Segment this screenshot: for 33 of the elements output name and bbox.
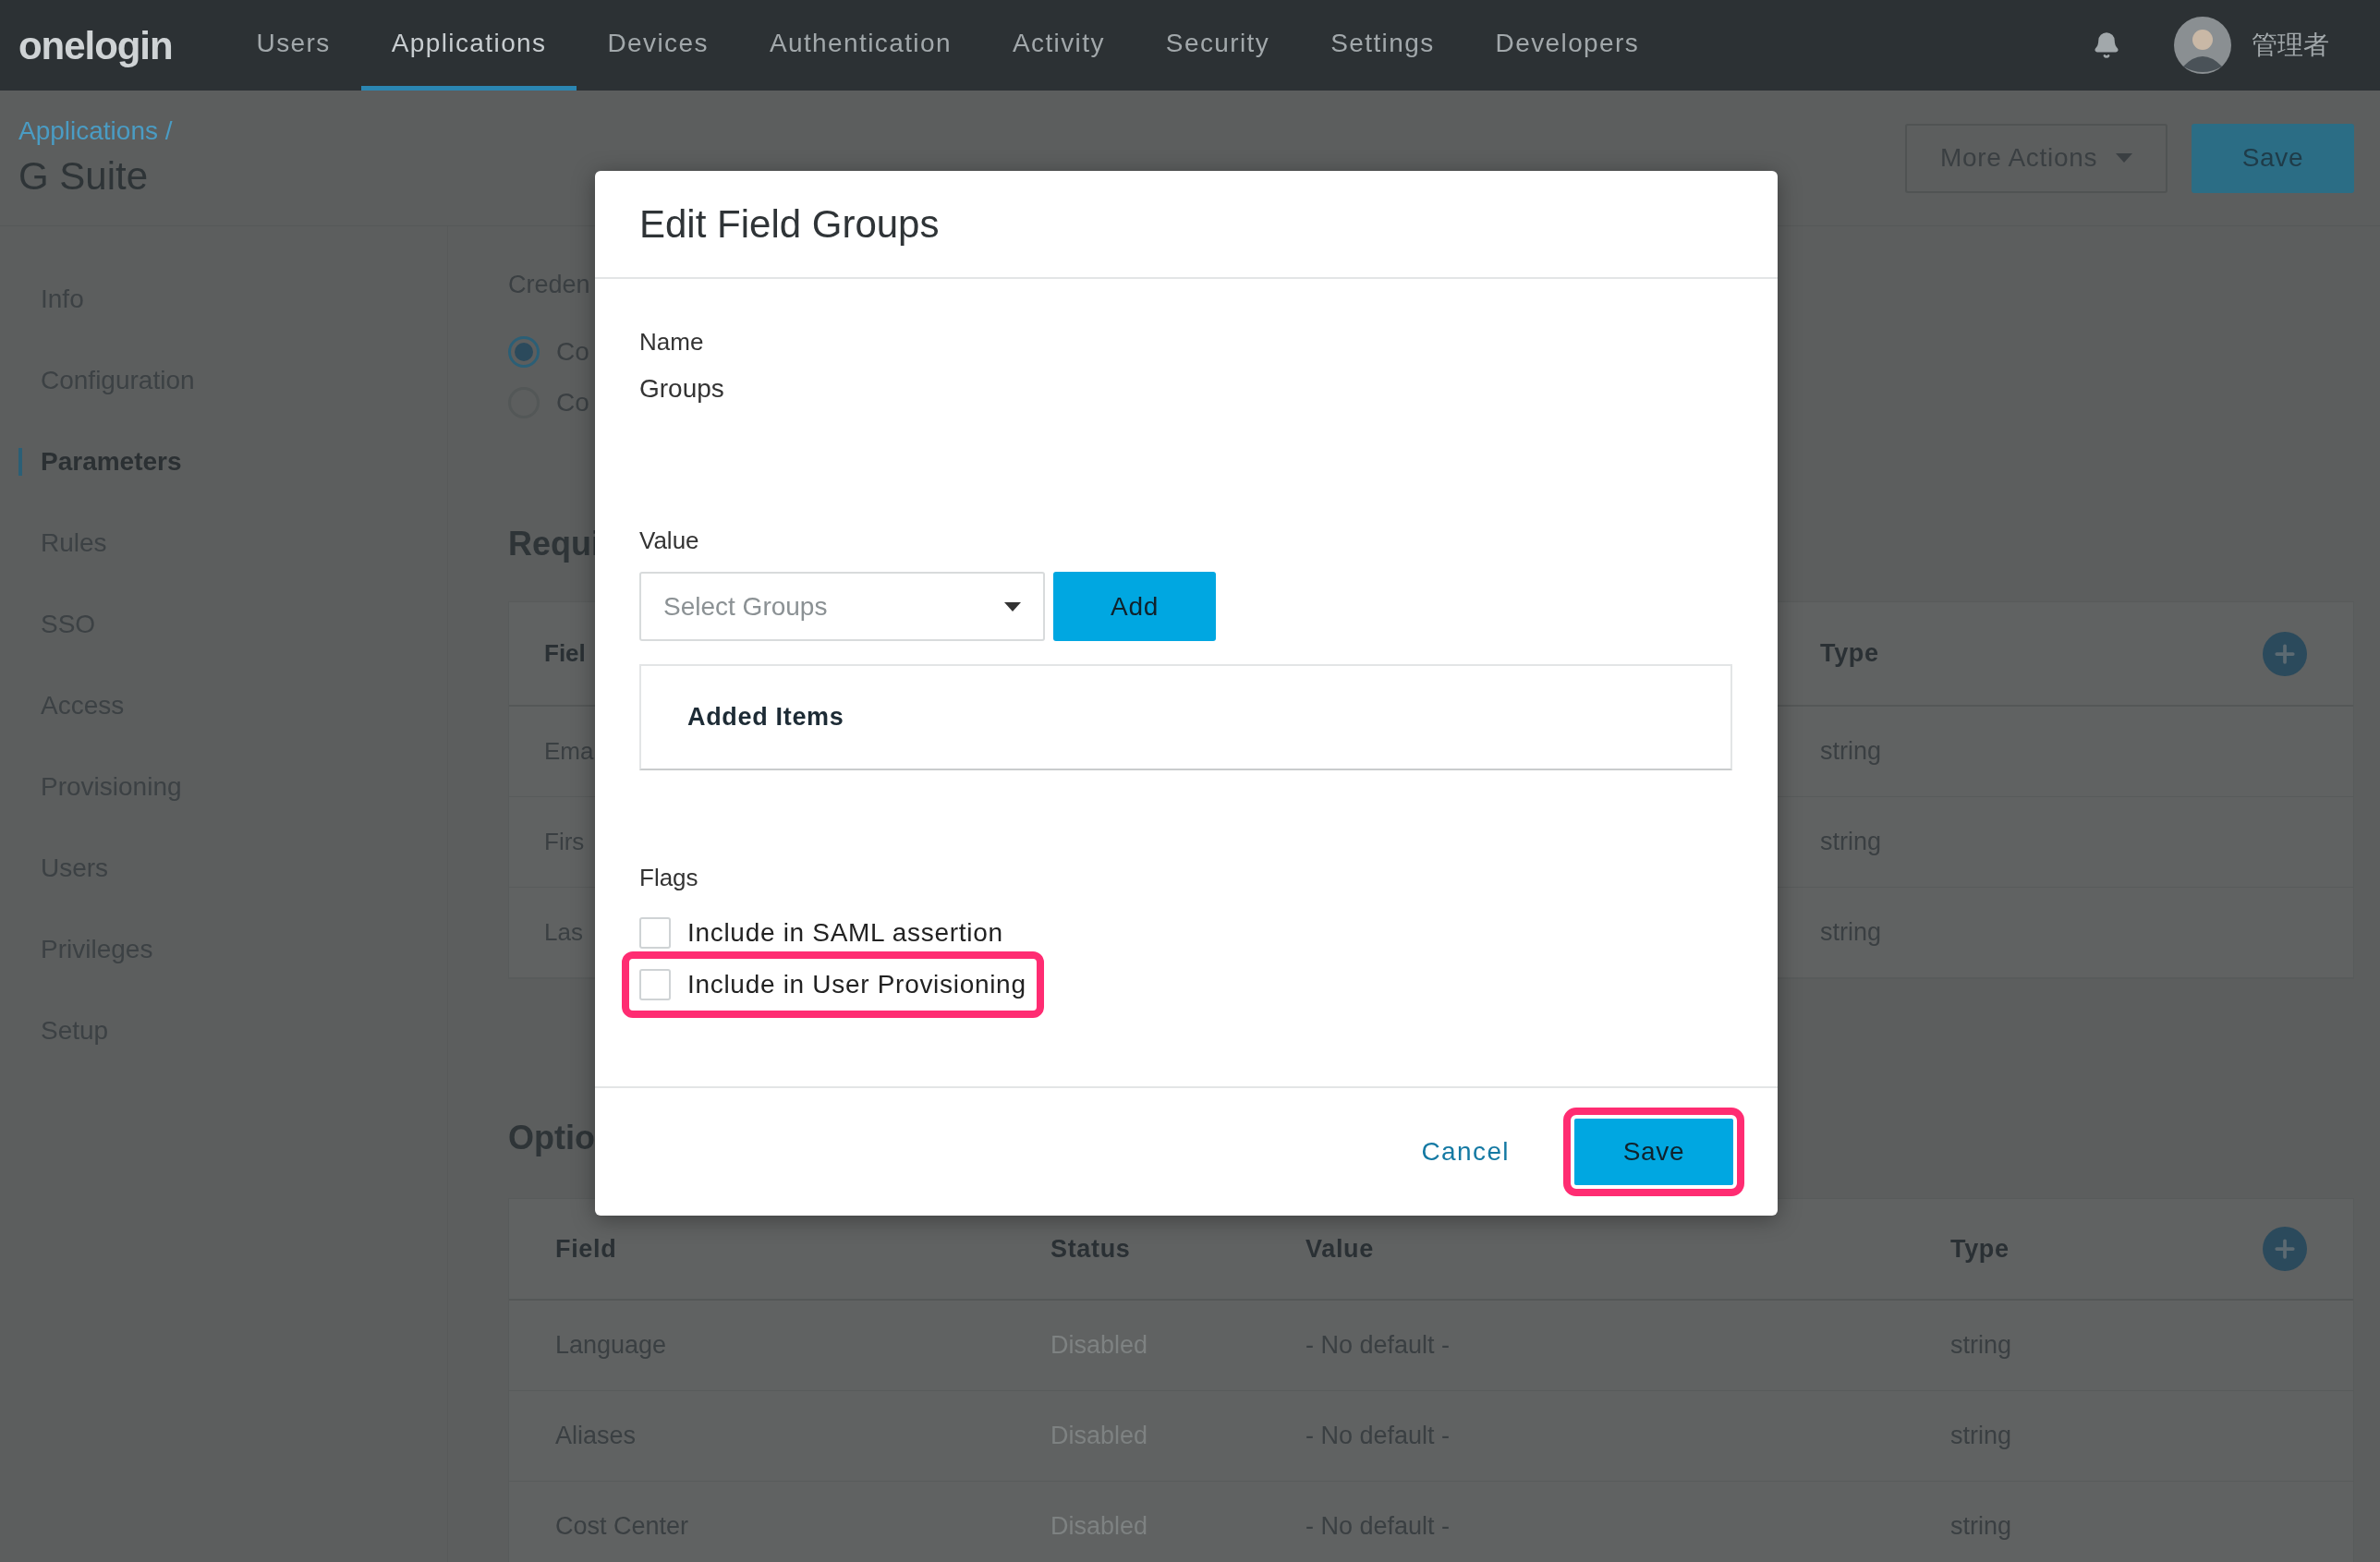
dialog-title: Edit Field Groups: [639, 201, 940, 248]
field-label: Value: [639, 526, 699, 555]
bell-icon[interactable]: [2093, 31, 2120, 59]
cancel-button[interactable]: Cancel: [1421, 1132, 1510, 1171]
nav-tab[interactable]: Devices: [577, 0, 739, 91]
nav-tab[interactable]: Developers: [1464, 0, 1670, 91]
nav-tab[interactable]: Activity: [981, 0, 1135, 91]
groups-select[interactable]: Select Groups: [639, 572, 1045, 641]
save-button[interactable]: Save: [2192, 123, 2354, 193]
avatar[interactable]: [2174, 17, 2231, 74]
nav-tab[interactable]: Security: [1135, 0, 1301, 91]
field-value: Groups: [639, 373, 724, 405]
caret-icon: [1004, 601, 1021, 611]
nav-tab[interactable]: Authentication: [738, 0, 982, 91]
add-button[interactable]: [2263, 1227, 2307, 1271]
checkbox-label: Include in SAML assertion: [687, 917, 1003, 949]
breadcrumb-link[interactable]: Applications /: [18, 115, 173, 147]
nav-tab[interactable]: Settings: [1300, 0, 1465, 91]
logo[interactable]: onelogin: [18, 16, 173, 75]
field-label: Name: [639, 327, 704, 357]
checkbox[interactable]: [639, 917, 671, 949]
nav-tab[interactable]: Applications: [360, 0, 577, 91]
checkbox-label: Include in User Provisioning: [687, 969, 1026, 1000]
radio-button[interactable]: [508, 335, 540, 368]
selection-bar: [18, 448, 22, 476]
checkbox[interactable]: [639, 969, 671, 1000]
user-name[interactable]: 管理者: [2252, 26, 2329, 65]
add-button[interactable]: Add: [1053, 572, 1216, 641]
nav-tab[interactable]: Users: [225, 0, 361, 91]
add-button[interactable]: [2263, 631, 2307, 676]
panel-heading: Added Items: [687, 702, 844, 733]
field-label: Flags: [639, 863, 698, 892]
caret-icon: [2116, 153, 2133, 163]
